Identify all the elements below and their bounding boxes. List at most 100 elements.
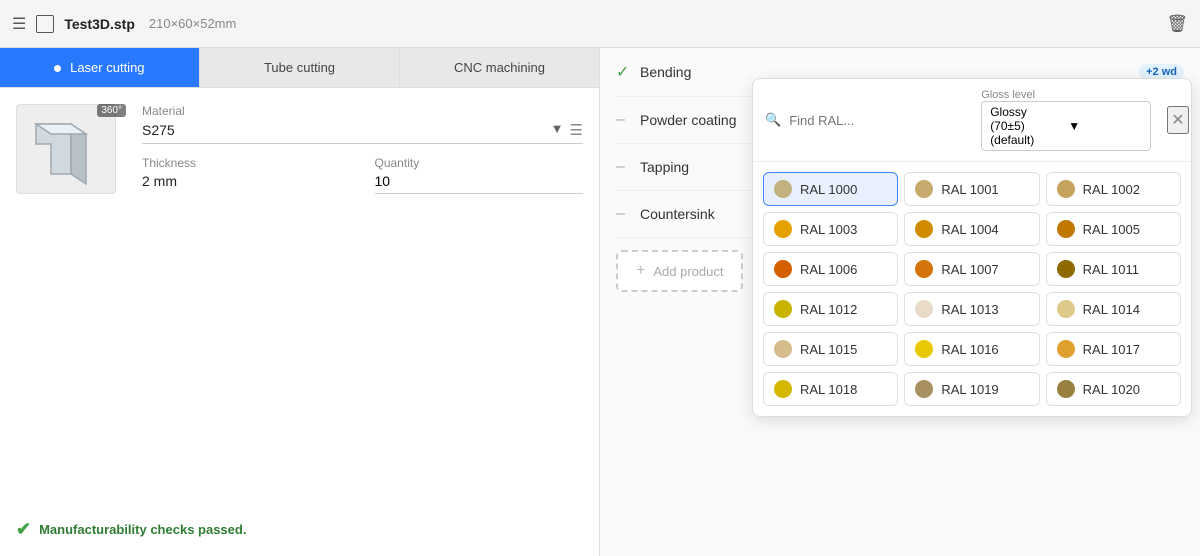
window-icon	[36, 15, 54, 33]
material-label: Material	[142, 104, 583, 118]
colour-item-ral1017[interactable]: RAL 1017	[1046, 332, 1181, 366]
colour-item-ral1019[interactable]: RAL 1019	[904, 372, 1039, 406]
part-preview: 360°	[16, 104, 126, 503]
colour-swatch-ral1019	[915, 380, 933, 398]
close-colour-picker-button[interactable]: ✕	[1167, 106, 1188, 134]
colour-swatch-ral1000	[774, 180, 792, 198]
material-field: Material ▼ ☰	[142, 104, 583, 144]
colour-label-ral1020: RAL 1020	[1083, 382, 1140, 397]
colour-label-ral1004: RAL 1004	[941, 222, 998, 237]
file-title: Test3D.stp	[64, 16, 135, 32]
colour-item-ral1020[interactable]: RAL 1020	[1046, 372, 1181, 406]
colour-swatch-ral1018	[774, 380, 792, 398]
colour-item-ral1003[interactable]: RAL 1003	[763, 212, 898, 246]
gloss-value: Glossy (70±5) (default)	[990, 105, 1064, 147]
right-panel: ✓ Bending +2 wd – Powder coating +2 wd P…	[600, 48, 1200, 556]
colour-item-ral1016[interactable]: RAL 1016	[904, 332, 1039, 366]
colour-swatch-ral1012	[774, 300, 792, 318]
tab-dot	[54, 65, 61, 72]
gloss-label: Gloss level	[981, 89, 1151, 101]
colour-item-ral1013[interactable]: RAL 1013	[904, 292, 1039, 326]
colour-swatch-ral1004	[915, 220, 933, 238]
colour-label-ral1016: RAL 1016	[941, 342, 998, 357]
manufacturability-check: ✔ Manufacturability checks passed.	[16, 519, 583, 540]
search-icon: 🔍	[765, 112, 781, 128]
tapping-dash-icon: –	[616, 158, 630, 176]
colour-item-ral1012[interactable]: RAL 1012	[763, 292, 898, 326]
gloss-chevron-icon: ▼	[1068, 119, 1142, 133]
colour-label-ral1002: RAL 1002	[1083, 182, 1140, 197]
thickness-field: Thickness 2 mm	[142, 156, 351, 201]
colour-label-ral1000: RAL 1000	[800, 182, 857, 197]
check-message: Manufacturability checks passed.	[39, 522, 246, 537]
colour-label-ral1018: RAL 1018	[800, 382, 857, 397]
check-icon: ✔	[16, 519, 31, 540]
delete-button[interactable]: 🗑	[1166, 14, 1188, 34]
material-select[interactable]: ▼ ☰	[142, 121, 583, 144]
colour-label-ral1014: RAL 1014	[1083, 302, 1140, 317]
colour-swatch-ral1007	[915, 260, 933, 278]
colour-swatch-ral1014	[1057, 300, 1075, 318]
quantity-input[interactable]	[375, 173, 584, 194]
colour-label-ral1006: RAL 1006	[800, 262, 857, 277]
colour-item-ral1001[interactable]: RAL 1001	[904, 172, 1039, 206]
colour-item-ral1018[interactable]: RAL 1018	[763, 372, 898, 406]
material-input[interactable]	[142, 122, 551, 138]
colour-picker-panel: 🔍 Gloss level Glossy (70±5) (default) ▼ …	[752, 78, 1192, 417]
colour-item-ral1002[interactable]: RAL 1002	[1046, 172, 1181, 206]
colour-label-ral1003: RAL 1003	[800, 222, 857, 237]
colour-item-ral1004[interactable]: RAL 1004	[904, 212, 1039, 246]
colour-label-ral1015: RAL 1015	[800, 342, 857, 357]
colour-swatch-ral1005	[1057, 220, 1075, 238]
dropdown-icon[interactable]: ▼	[551, 121, 564, 139]
main-layout: Laser cutting Tube cutting CNC machining…	[0, 48, 1200, 556]
powder-dash-icon: –	[616, 111, 630, 129]
countersink-dash-icon: –	[616, 205, 630, 223]
menu-icon[interactable]: ☰	[12, 14, 26, 34]
part-fields: Material ▼ ☰ Thickness 2 mm	[142, 104, 583, 503]
colour-item-ral1005[interactable]: RAL 1005	[1046, 212, 1181, 246]
colour-swatch-ral1011	[1057, 260, 1075, 278]
colour-label-ral1019: RAL 1019	[941, 382, 998, 397]
colour-label-ral1007: RAL 1007	[941, 262, 998, 277]
part-content: 360°	[0, 88, 599, 519]
tab-laser-cutting[interactable]: Laser cutting	[0, 48, 200, 87]
ral-search-input[interactable]	[789, 113, 965, 128]
colour-item-ral1015[interactable]: RAL 1015	[763, 332, 898, 366]
part-image	[16, 104, 116, 194]
colour-swatch-ral1003	[774, 220, 792, 238]
colour-label-ral1001: RAL 1001	[941, 182, 998, 197]
top-bar: ☰ Test3D.stp 210×60×52mm 🗑	[0, 0, 1200, 48]
add-product-icon: +	[636, 262, 645, 280]
gloss-select[interactable]: Glossy (70±5) (default) ▼	[981, 101, 1151, 151]
bending-check-icon: ✓	[616, 62, 630, 82]
info-icon[interactable]: ☰	[570, 121, 583, 139]
tab-tube-cutting[interactable]: Tube cutting	[200, 48, 400, 87]
add-product-button[interactable]: + Add product	[616, 250, 743, 292]
colour-label-ral1005: RAL 1005	[1083, 222, 1140, 237]
colour-swatch-ral1002	[1057, 180, 1075, 198]
thickness-value: 2 mm	[142, 173, 351, 189]
colour-label-ral1017: RAL 1017	[1083, 342, 1140, 357]
thickness-quantity-row: Thickness 2 mm Quantity	[142, 156, 583, 201]
colour-item-ral1007[interactable]: RAL 1007	[904, 252, 1039, 286]
tab-cnc-machining[interactable]: CNC machining	[400, 48, 599, 87]
colour-item-ral1011[interactable]: RAL 1011	[1046, 252, 1181, 286]
colour-item-ral1006[interactable]: RAL 1006	[763, 252, 898, 286]
colour-swatch-ral1015	[774, 340, 792, 358]
colour-grid: RAL 1000 RAL 1001 RAL 1002 RAL 1003 RAL 1004…	[753, 162, 1191, 416]
colour-swatch-ral1013	[915, 300, 933, 318]
checks-section: ✔ Manufacturability checks passed.	[0, 519, 599, 556]
colour-label-ral1013: RAL 1013	[941, 302, 998, 317]
thickness-label: Thickness	[142, 156, 351, 170]
colour-swatch-ral1016	[915, 340, 933, 358]
preview-360-badge: 360°	[97, 104, 126, 117]
add-product-label: Add product	[653, 264, 723, 279]
colour-picker-header: 🔍 Gloss level Glossy (70±5) (default) ▼ …	[753, 79, 1191, 162]
colour-item-ral1000[interactable]: RAL 1000	[763, 172, 898, 206]
colour-swatch-ral1006	[774, 260, 792, 278]
colour-item-ral1014[interactable]: RAL 1014	[1046, 292, 1181, 326]
colour-swatch-ral1001	[915, 180, 933, 198]
colour-label-ral1011: RAL 1011	[1083, 262, 1139, 277]
colour-label-ral1012: RAL 1012	[800, 302, 857, 317]
